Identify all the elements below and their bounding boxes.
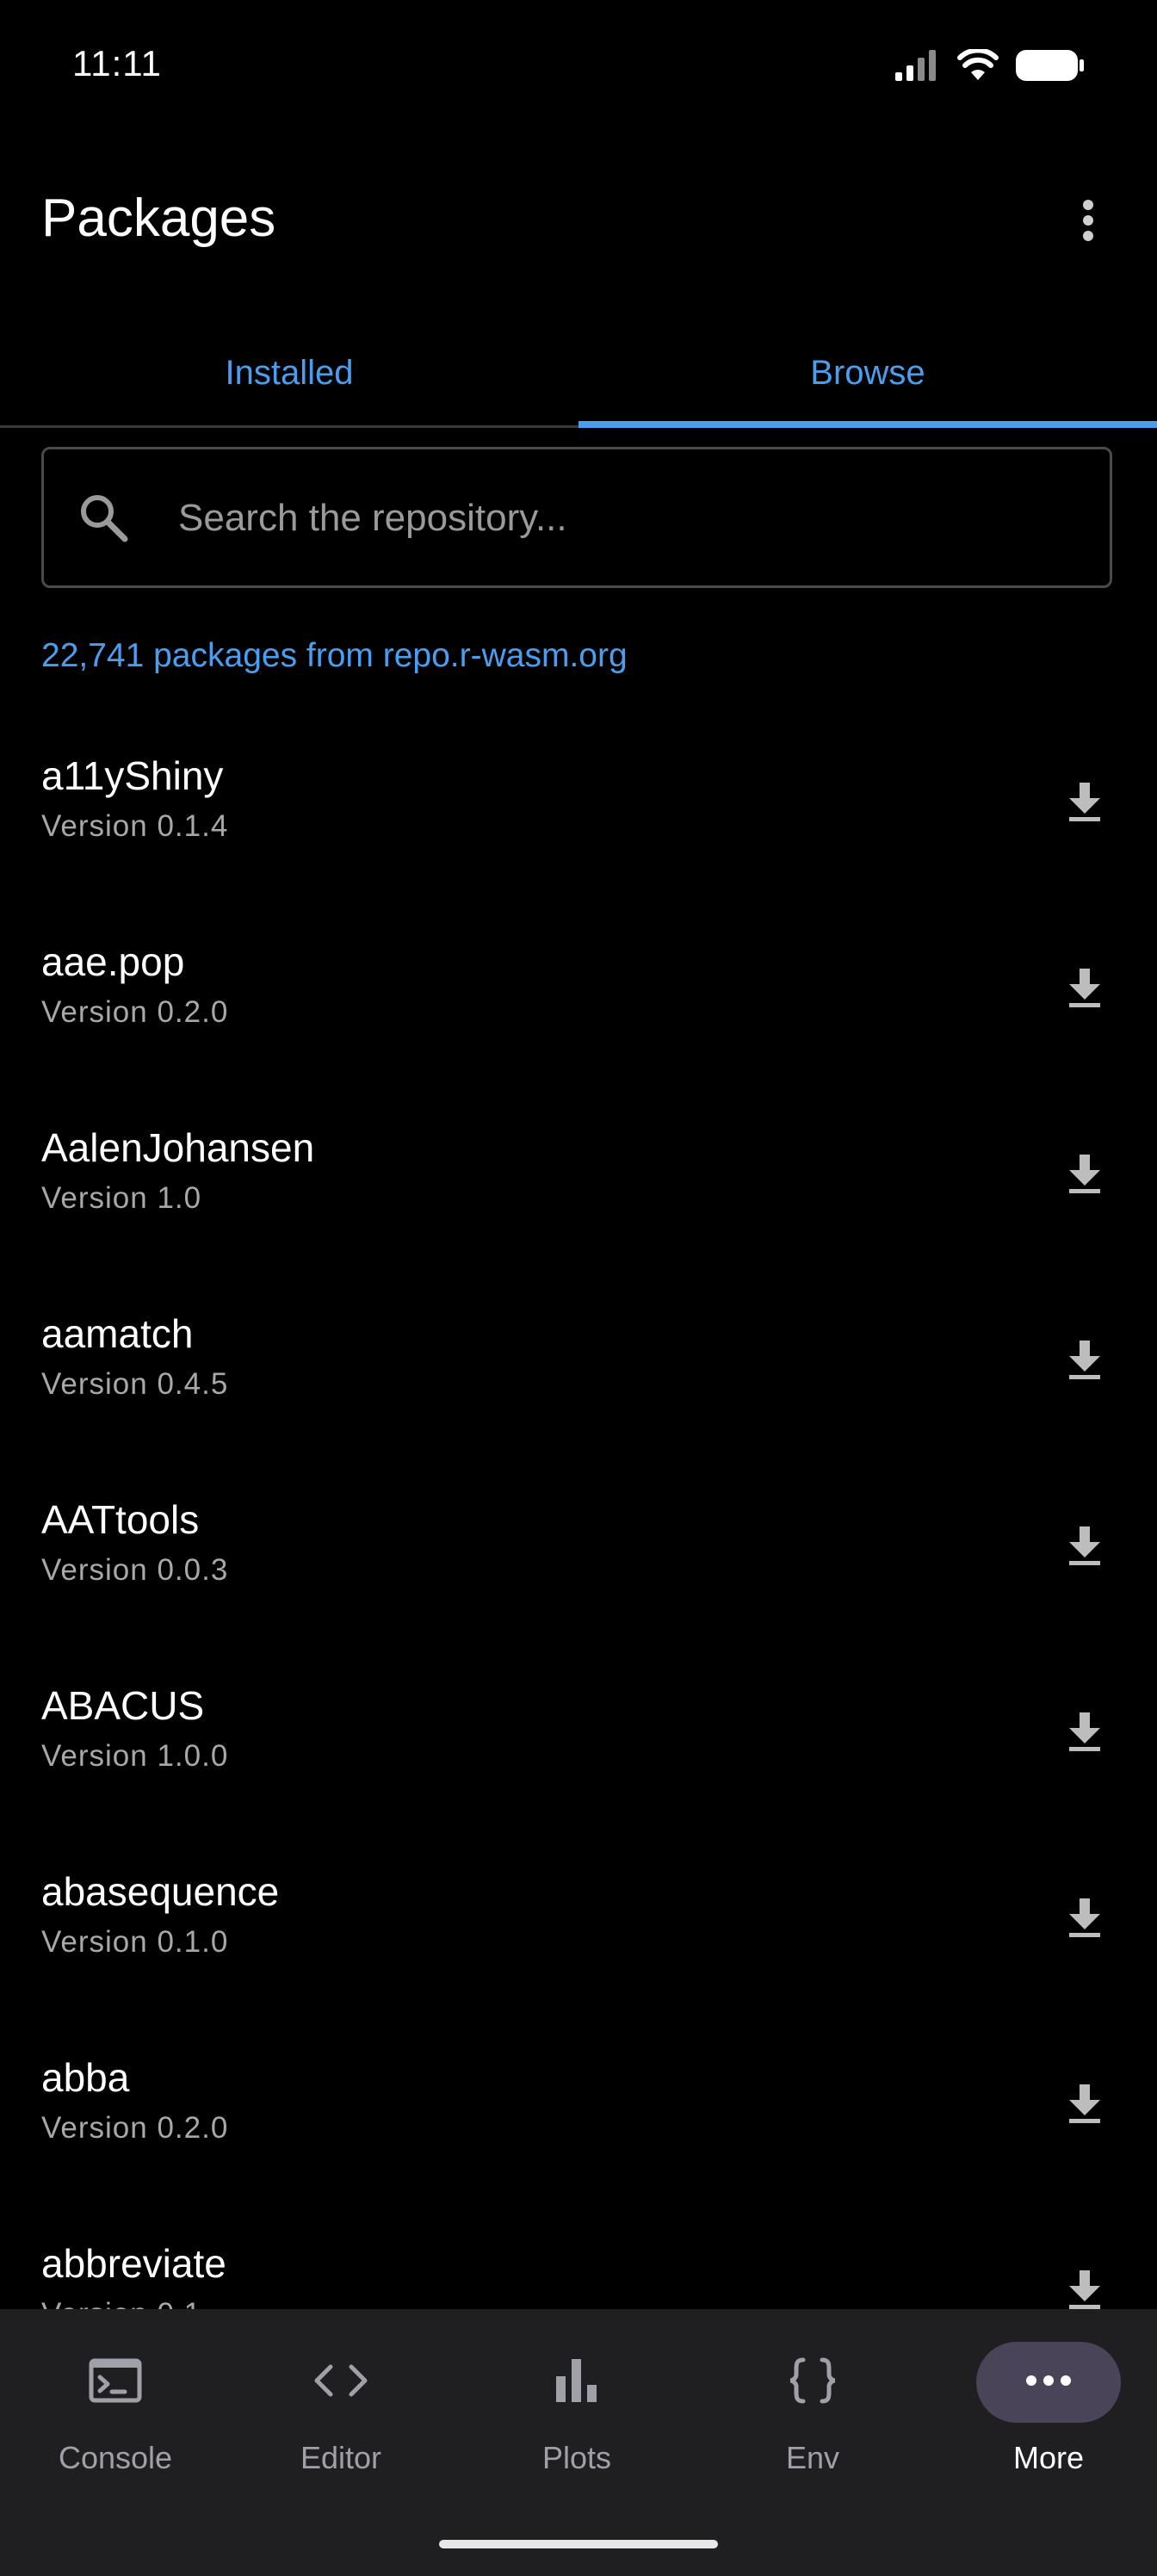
download-icon xyxy=(1067,1712,1102,1756)
package-name: aae.pop xyxy=(41,939,185,984)
package-version: Version 0.2.0 xyxy=(41,995,229,1029)
package-name: ABACUS xyxy=(41,1683,205,1728)
package-row[interactable]: abbreviate Version 0.1 xyxy=(0,2201,1157,2309)
braces-icon xyxy=(788,2357,838,2408)
search-icon xyxy=(78,492,128,547)
nav-plots[interactable]: Plots xyxy=(461,2342,692,2497)
bottom-nav: Console Editor Plots Env More xyxy=(0,2309,1157,2576)
download-icon xyxy=(1067,1898,1102,1942)
package-name: abbreviate xyxy=(41,2241,226,2286)
download-button[interactable] xyxy=(1054,1331,1116,1393)
nav-console[interactable]: Console xyxy=(0,2342,231,2497)
download-button[interactable] xyxy=(1054,959,1116,1021)
package-row[interactable]: aamatch Version 0.4.5 xyxy=(0,1271,1157,1457)
package-row[interactable]: AATtools Version 0.0.3 xyxy=(0,1457,1157,1643)
status-bar: 11:11 xyxy=(0,0,1157,134)
package-row[interactable]: a11yShiny Version 0.1.4 xyxy=(0,713,1157,899)
package-name: abasequence xyxy=(41,1869,280,1914)
download-icon xyxy=(1067,2084,1102,2128)
nav-label: Plots xyxy=(541,2440,612,2475)
nav-label: More xyxy=(1012,2440,1085,2475)
search-box xyxy=(41,447,1112,588)
download-icon xyxy=(1067,2269,1102,2310)
download-button[interactable] xyxy=(1054,1703,1116,1765)
package-version: Version 0.0.3 xyxy=(41,1553,229,1587)
terminal-icon xyxy=(89,2358,142,2407)
nav-icon-container xyxy=(976,2342,1121,2423)
package-version: Version 1.0 xyxy=(41,1181,202,1215)
nav-more[interactable]: More xyxy=(933,2342,1157,2497)
tab-indicator xyxy=(578,421,1157,428)
code-icon xyxy=(313,2363,368,2402)
package-row[interactable]: abasequence Version 0.1.0 xyxy=(0,1829,1157,2015)
overflow-menu-button[interactable] xyxy=(1054,188,1123,257)
more-horizontal-icon xyxy=(1025,2375,1072,2391)
signal-icon xyxy=(895,50,940,85)
nav-editor[interactable]: Editor xyxy=(226,2342,456,2497)
nav-icon-container xyxy=(43,2342,188,2423)
package-row[interactable]: aae.pop Version 0.2.0 xyxy=(0,899,1157,1085)
more-vertical-icon xyxy=(1082,199,1094,246)
download-button[interactable] xyxy=(1054,773,1116,835)
bar-chart-icon xyxy=(554,2358,599,2406)
package-version: Version 0.1.0 xyxy=(41,1925,229,1959)
download-button[interactable] xyxy=(1054,1517,1116,1579)
tab-bar: Installed Browse xyxy=(0,320,1157,428)
home-indicator xyxy=(439,2540,718,2548)
nav-icon-container xyxy=(504,2342,649,2423)
nav-label: Env xyxy=(785,2440,840,2475)
nav-label: Console xyxy=(58,2440,173,2475)
package-list: a11yShiny Version 0.1.4 aae.pop Version … xyxy=(0,713,1157,2309)
download-button[interactable] xyxy=(1054,2075,1116,2137)
nav-icon-container xyxy=(740,2342,885,2423)
download-icon xyxy=(1067,782,1102,827)
package-name: abba xyxy=(41,2055,130,2100)
package-name: AalenJohansen xyxy=(41,1125,315,1170)
repo-info: 22,741 packages from repo.r-wasm.org xyxy=(41,637,628,674)
nav-label: Editor xyxy=(300,2440,382,2475)
package-version: Version 0.1 xyxy=(41,2297,201,2309)
nav-icon-container xyxy=(269,2342,413,2423)
package-row[interactable]: AalenJohansen Version 1.0 xyxy=(0,1085,1157,1271)
status-time: 11:11 xyxy=(72,43,162,84)
package-version: Version 0.2.0 xyxy=(41,2111,229,2145)
tab-installed[interactable]: Installed xyxy=(0,320,578,425)
package-name: a11yShiny xyxy=(41,753,224,798)
download-button[interactable] xyxy=(1054,1145,1116,1207)
package-version: Version 0.4.5 xyxy=(41,1367,229,1401)
package-row[interactable]: abba Version 0.2.0 xyxy=(0,2015,1157,2201)
download-icon xyxy=(1067,1526,1102,1570)
search-input[interactable] xyxy=(176,449,1092,587)
download-icon xyxy=(1067,1154,1102,1198)
package-name: AATtools xyxy=(41,1497,200,1542)
download-button[interactable] xyxy=(1054,2261,1116,2309)
nav-env[interactable]: Env xyxy=(697,2342,928,2497)
download-icon xyxy=(1067,1340,1102,1384)
status-icons xyxy=(895,47,1085,87)
page-title: Packages xyxy=(41,189,276,248)
app-bar: Packages xyxy=(0,164,1157,276)
battery-icon xyxy=(1016,48,1085,87)
package-version: Version 1.0.0 xyxy=(41,1739,229,1773)
tab-browse[interactable]: Browse xyxy=(578,320,1157,425)
download-button[interactable] xyxy=(1054,1889,1116,1951)
package-version: Version 0.1.4 xyxy=(41,809,229,843)
package-row[interactable]: ABACUS Version 1.0.0 xyxy=(0,1643,1157,1829)
download-icon xyxy=(1067,968,1102,1012)
package-name: aamatch xyxy=(41,1311,194,1356)
wifi-icon xyxy=(957,47,999,86)
